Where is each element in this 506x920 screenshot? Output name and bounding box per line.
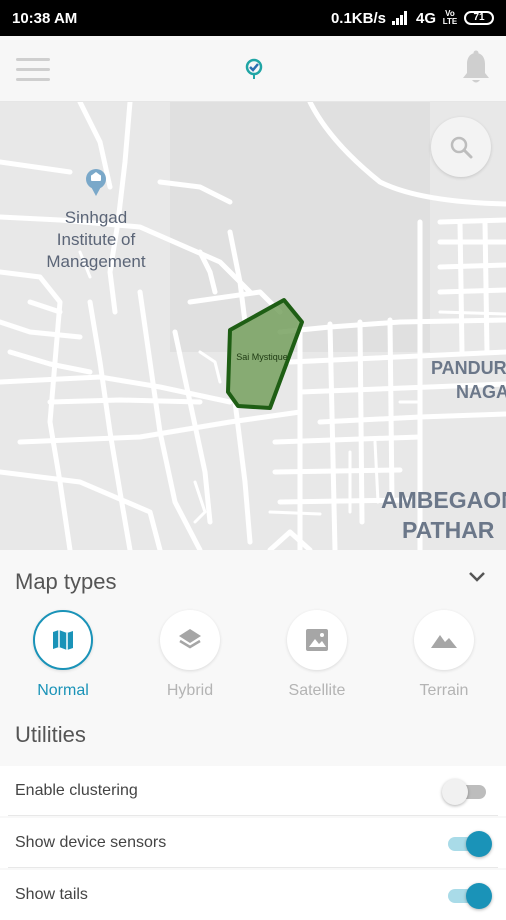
utility-label-tails: Show tails <box>15 886 88 903</box>
sensors-toggle[interactable] <box>444 831 492 857</box>
bell-icon[interactable] <box>460 50 492 86</box>
map-type-terrain-label: Terrain <box>419 682 469 699</box>
utilities-title: Utilities <box>15 722 86 747</box>
layers-icon <box>179 629 201 649</box>
map-type-satellite[interactable]: Satellite <box>262 610 372 700</box>
area-label-ambegaon-1: AMBEGAON <box>381 487 506 513</box>
hamburger-menu-icon[interactable] <box>16 52 56 86</box>
battery-level: 71 <box>473 12 485 23</box>
area-label-ambegaon-2: PATHAR <box>402 517 495 543</box>
utility-label-sensors: Show device sensors <box>15 834 167 851</box>
map-types-list: Normal Hybrid Satellite Terrain <box>0 610 506 710</box>
poi-label-line1: Sinhgad <box>65 208 127 227</box>
status-indicators: 0.1KB/s 4G Vo LTE 71 <box>331 10 494 27</box>
map-types-title: Map types <box>15 569 117 594</box>
map-type-hybrid[interactable]: Hybrid <box>135 610 245 700</box>
signal-icon <box>391 11 407 25</box>
search-icon <box>450 136 473 159</box>
terrain-icon <box>431 635 457 648</box>
utility-label-clustering: Enable clustering <box>15 782 138 799</box>
app-bar <box>0 36 506 102</box>
image-icon <box>306 629 328 651</box>
volte-badge: Vo LTE <box>442 9 458 26</box>
map-type-satellite-circle <box>287 610 347 670</box>
map-type-hybrid-circle <box>160 610 220 670</box>
status-time: 10:38 AM <box>12 9 78 27</box>
map-type-normal[interactable]: Normal <box>8 610 118 700</box>
chevron-down-icon[interactable] <box>468 570 486 584</box>
map-type-terrain[interactable]: Terrain <box>389 610 499 700</box>
utility-row-sensors: Show device sensors <box>0 818 506 868</box>
map-type-satellite-label: Satellite <box>288 682 346 699</box>
utility-row-tails: Show tails <box>0 870 506 920</box>
poi-label-line3: Management <box>46 252 146 271</box>
network-type: 4G <box>415 9 436 27</box>
tails-toggle[interactable] <box>444 883 492 909</box>
area-label-pandur-1: PANDUR <box>431 358 506 378</box>
status-bar: 10:38 AM 0.1KB/s 4G Vo LTE 71 <box>0 0 506 36</box>
area-label-pandur-2: NAGA <box>456 382 506 402</box>
map-view[interactable]: Sai Mystique Sinhgad Institute of Manage… <box>0 102 506 550</box>
map-search-button[interactable] <box>431 117 491 177</box>
poi-label-line2: Institute of <box>57 230 136 249</box>
clustering-toggle[interactable] <box>442 779 490 805</box>
map-type-hybrid-label: Hybrid <box>166 682 214 699</box>
map-type-normal-circle <box>33 610 93 670</box>
battery-icon: 71 <box>464 11 494 25</box>
map-icon <box>53 630 73 650</box>
map-type-terrain-circle <box>414 610 474 670</box>
geofence-label: Sai Mystique <box>236 352 288 362</box>
map-types-header[interactable]: Map types <box>0 550 506 608</box>
utility-row-clustering: Enable clustering <box>0 766 506 816</box>
map-type-normal-label: Normal <box>37 682 89 699</box>
map-settings-panel: Map types Normal Hybrid Satellite Terrai… <box>0 550 506 920</box>
app-logo-icon <box>245 58 263 79</box>
network-speed: 0.1KB/s <box>330 9 386 27</box>
